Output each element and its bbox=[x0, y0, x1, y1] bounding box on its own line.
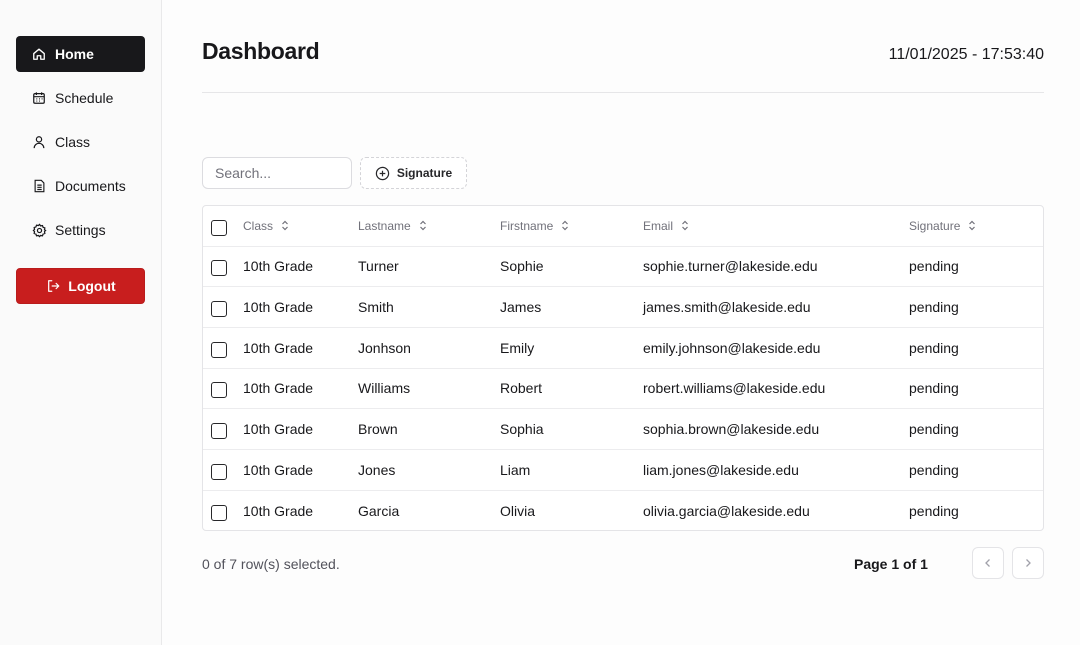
row-checkbox[interactable] bbox=[211, 260, 227, 277]
sidebar-item-label: Home bbox=[55, 46, 94, 62]
column-header-email: Email bbox=[643, 218, 674, 233]
page-title: Dashboard bbox=[202, 38, 320, 64]
document-icon bbox=[31, 178, 47, 194]
table-row[interactable]: 10th Grade Jonhson Emily emily.johnson@l… bbox=[203, 327, 1043, 368]
main-content: Dashboard 11/01/2025 - 17:53:40 Signatur… bbox=[162, 0, 1080, 645]
sidebar: Home Schedule Class Documents Settings L… bbox=[0, 0, 162, 645]
cell-class: 10th Grade bbox=[243, 258, 314, 275]
logout-label: Logout bbox=[68, 278, 116, 294]
cell-signature: pending bbox=[909, 258, 959, 275]
row-checkbox[interactable] bbox=[211, 423, 227, 440]
cell-signature: pending bbox=[909, 502, 959, 519]
cell-email: liam.jones@lakeside.edu bbox=[643, 461, 799, 478]
column-header-signature: Signature bbox=[909, 218, 961, 233]
signature-filter-button[interactable]: Signature bbox=[360, 157, 467, 189]
cell-lastname: Turner bbox=[358, 258, 399, 275]
row-checkbox[interactable] bbox=[211, 463, 227, 480]
cell-class: 10th Grade bbox=[243, 461, 314, 478]
select-all-checkbox[interactable] bbox=[211, 219, 227, 236]
sidebar-item-schedule[interactable]: Schedule bbox=[16, 80, 145, 116]
table-row[interactable]: 10th Grade Williams Robert robert.willia… bbox=[203, 368, 1043, 409]
logout-button[interactable]: Logout bbox=[16, 268, 145, 304]
cell-firstname: Emily bbox=[500, 339, 535, 356]
column-header-lastname: Lastname bbox=[358, 218, 411, 233]
cell-firstname: Olivia bbox=[500, 502, 536, 519]
cell-email: olivia.garcia@lakeside.edu bbox=[643, 502, 810, 519]
signature-button-label: Signature bbox=[396, 166, 453, 180]
header-divider bbox=[202, 92, 1044, 93]
sidebar-item-label: Class bbox=[55, 134, 91, 150]
cell-firstname: Sophie bbox=[500, 258, 544, 275]
cell-firstname: James bbox=[500, 299, 542, 316]
table-row[interactable]: 10th Grade Garcia Olivia olivia.garcia@l… bbox=[203, 490, 1043, 530]
row-checkbox[interactable] bbox=[211, 382, 227, 399]
table-row[interactable]: 10th Grade Brown Sophia sophia.brown@lak… bbox=[203, 408, 1043, 450]
cell-class: 10th Grade bbox=[243, 339, 314, 356]
plus-circle-icon bbox=[375, 166, 390, 181]
page-indicator: Page 1 of 1 bbox=[854, 556, 928, 572]
cell-firstname: Robert bbox=[500, 380, 543, 397]
cell-class: 10th Grade bbox=[243, 380, 314, 397]
sort-icon[interactable] bbox=[968, 220, 976, 231]
data-table: Class Lastname Firstname Email Signature… bbox=[202, 205, 1044, 531]
user-icon bbox=[31, 134, 47, 150]
sidebar-item-class[interactable]: Class bbox=[16, 124, 145, 160]
cell-email: james.smith@lakeside.edu bbox=[643, 299, 811, 316]
home-icon bbox=[31, 46, 47, 62]
table-row[interactable]: 10th Grade Jones Liam liam.jones@lakesid… bbox=[203, 449, 1043, 490]
sort-icon[interactable] bbox=[281, 220, 289, 231]
cell-class: 10th Grade bbox=[243, 502, 314, 519]
cell-lastname: Jones bbox=[358, 461, 396, 478]
sort-icon[interactable] bbox=[419, 220, 427, 231]
cell-lastname: Brown bbox=[358, 421, 398, 438]
cell-class: 10th Grade bbox=[243, 421, 314, 438]
sort-icon[interactable] bbox=[561, 220, 569, 231]
logout-icon bbox=[45, 278, 61, 294]
cell-signature: pending bbox=[909, 299, 959, 316]
cell-lastname: Jonhson bbox=[358, 339, 411, 356]
chevron-right-icon bbox=[1024, 557, 1032, 569]
cell-email: robert.williams@lakeside.edu bbox=[643, 380, 826, 397]
row-checkbox[interactable] bbox=[211, 301, 227, 318]
cell-signature: pending bbox=[909, 421, 959, 438]
cell-lastname: Smith bbox=[358, 299, 394, 316]
cell-lastname: Garcia bbox=[358, 502, 400, 519]
row-checkbox[interactable] bbox=[211, 504, 227, 521]
row-checkbox[interactable] bbox=[211, 341, 227, 358]
cell-email: sophie.turner@lakeside.edu bbox=[643, 258, 818, 275]
sort-icon[interactable] bbox=[681, 220, 689, 231]
sidebar-item-label: Schedule bbox=[55, 90, 114, 106]
cell-lastname: Williams bbox=[358, 380, 411, 397]
sidebar-item-settings[interactable]: Settings bbox=[16, 212, 145, 248]
table-header-row: Class Lastname Firstname Email Signature bbox=[203, 206, 1043, 246]
cell-class: 10th Grade bbox=[243, 299, 314, 316]
cell-signature: pending bbox=[909, 461, 959, 478]
datetime-display: 11/01/2025 - 17:53:40 bbox=[888, 46, 1044, 63]
next-page-button[interactable] bbox=[1012, 547, 1044, 579]
selection-count: 0 of 7 row(s) selected. bbox=[202, 556, 340, 572]
previous-page-button[interactable] bbox=[972, 547, 1004, 579]
cell-firstname: Sophia bbox=[500, 421, 544, 438]
sidebar-item-home[interactable]: Home bbox=[16, 36, 145, 72]
cell-signature: pending bbox=[909, 339, 959, 356]
cell-firstname: Liam bbox=[500, 461, 531, 478]
column-header-firstname: Firstname bbox=[500, 218, 554, 233]
table-row[interactable]: 10th Grade Turner Sophie sophie.turner@l… bbox=[203, 246, 1043, 287]
table-row[interactable]: 10th Grade Smith James james.smith@lakes… bbox=[203, 286, 1043, 328]
search-input[interactable] bbox=[202, 157, 352, 189]
cell-signature: pending bbox=[909, 380, 959, 397]
sidebar-item-label: Documents bbox=[55, 178, 126, 194]
sidebar-item-documents[interactable]: Documents bbox=[16, 168, 145, 204]
cell-email: sophia.brown@lakeside.edu bbox=[643, 421, 820, 438]
sidebar-item-label: Settings bbox=[55, 222, 106, 238]
column-header-class: Class bbox=[243, 218, 274, 233]
chevron-left-icon bbox=[984, 557, 992, 569]
gear-icon bbox=[31, 222, 47, 238]
calendar-icon bbox=[31, 90, 47, 106]
cell-email: emily.johnson@lakeside.edu bbox=[643, 339, 821, 356]
